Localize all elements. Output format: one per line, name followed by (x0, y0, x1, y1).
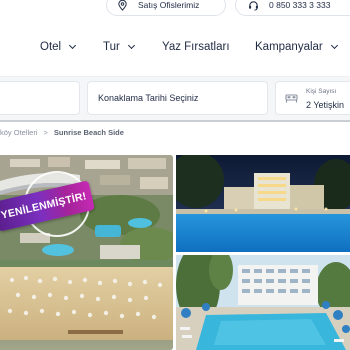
phone-link[interactable]: 0 850 333 3 333 (235, 0, 350, 16)
search-bar: Konaklama Tarihi Seçiniz Kişi Sayısı 2 Y… (0, 77, 350, 122)
chevron-down-icon (330, 41, 338, 50)
utility-bar: Satış Ofislerimiz 0 850 333 3 333 (0, 0, 350, 22)
breadcrumb-link[interactable]: köy Otelleri (0, 128, 38, 137)
breadcrumb-current: Sunrise Beach Side (53, 128, 124, 137)
nav-item-yaz-firsatlari[interactable]: Yaz Fırsatları (162, 41, 230, 53)
main-nav: Otel Tur Yaz Fırsatları Kampanyalar (0, 22, 350, 77)
nav-item-otel[interactable]: Otel (40, 41, 77, 53)
headset-icon (249, 0, 258, 11)
photo-gallery: YENİLENMİŞTİR! (0, 155, 350, 350)
pool-night-image (176, 155, 350, 252)
breadcrumb-separator: > (43, 128, 48, 137)
bed-icon (285, 94, 298, 103)
gallery-photo-pool-day[interactable] (176, 255, 350, 350)
destination-field[interactable] (0, 81, 80, 115)
chevron-down-icon (127, 41, 135, 50)
guests-field[interactable]: Kişi Sayısı 2 Yetişkin (275, 81, 350, 115)
gallery-main-photo[interactable]: YENİLENMİŞTİR! (0, 155, 173, 350)
nav-item-tur[interactable]: Tur (103, 41, 135, 53)
phone-number: 0 850 333 3 333 (269, 0, 331, 10)
sales-offices-label: Satış Ofislerimiz (138, 0, 200, 10)
nav-item-label: Tur (103, 41, 120, 53)
breadcrumb: köy Otelleri > Sunrise Beach Side (0, 128, 124, 137)
pool-day-image (176, 255, 350, 350)
date-field-placeholder: Konaklama Tarihi Seçiniz (98, 93, 199, 103)
chevron-down-icon (69, 41, 77, 50)
nav-item-label: Otel (40, 41, 62, 53)
map-pin-icon (118, 0, 127, 11)
date-field[interactable]: Konaklama Tarihi Seçiniz (87, 81, 268, 115)
divider (0, 120, 350, 122)
nav-item-label: Yaz Fırsatları (162, 41, 230, 53)
nav-item-kampanyalar[interactable]: Kampanyalar (255, 41, 338, 53)
gallery-photo-pool-night[interactable] (176, 155, 350, 252)
guests-value: 2 Yetişkin (306, 100, 345, 110)
nav-item-label: Kampanyalar (255, 41, 323, 53)
sales-offices-link[interactable]: Satış Ofislerimiz (106, 0, 226, 16)
guests-label: Kişi Sayısı (306, 88, 337, 95)
